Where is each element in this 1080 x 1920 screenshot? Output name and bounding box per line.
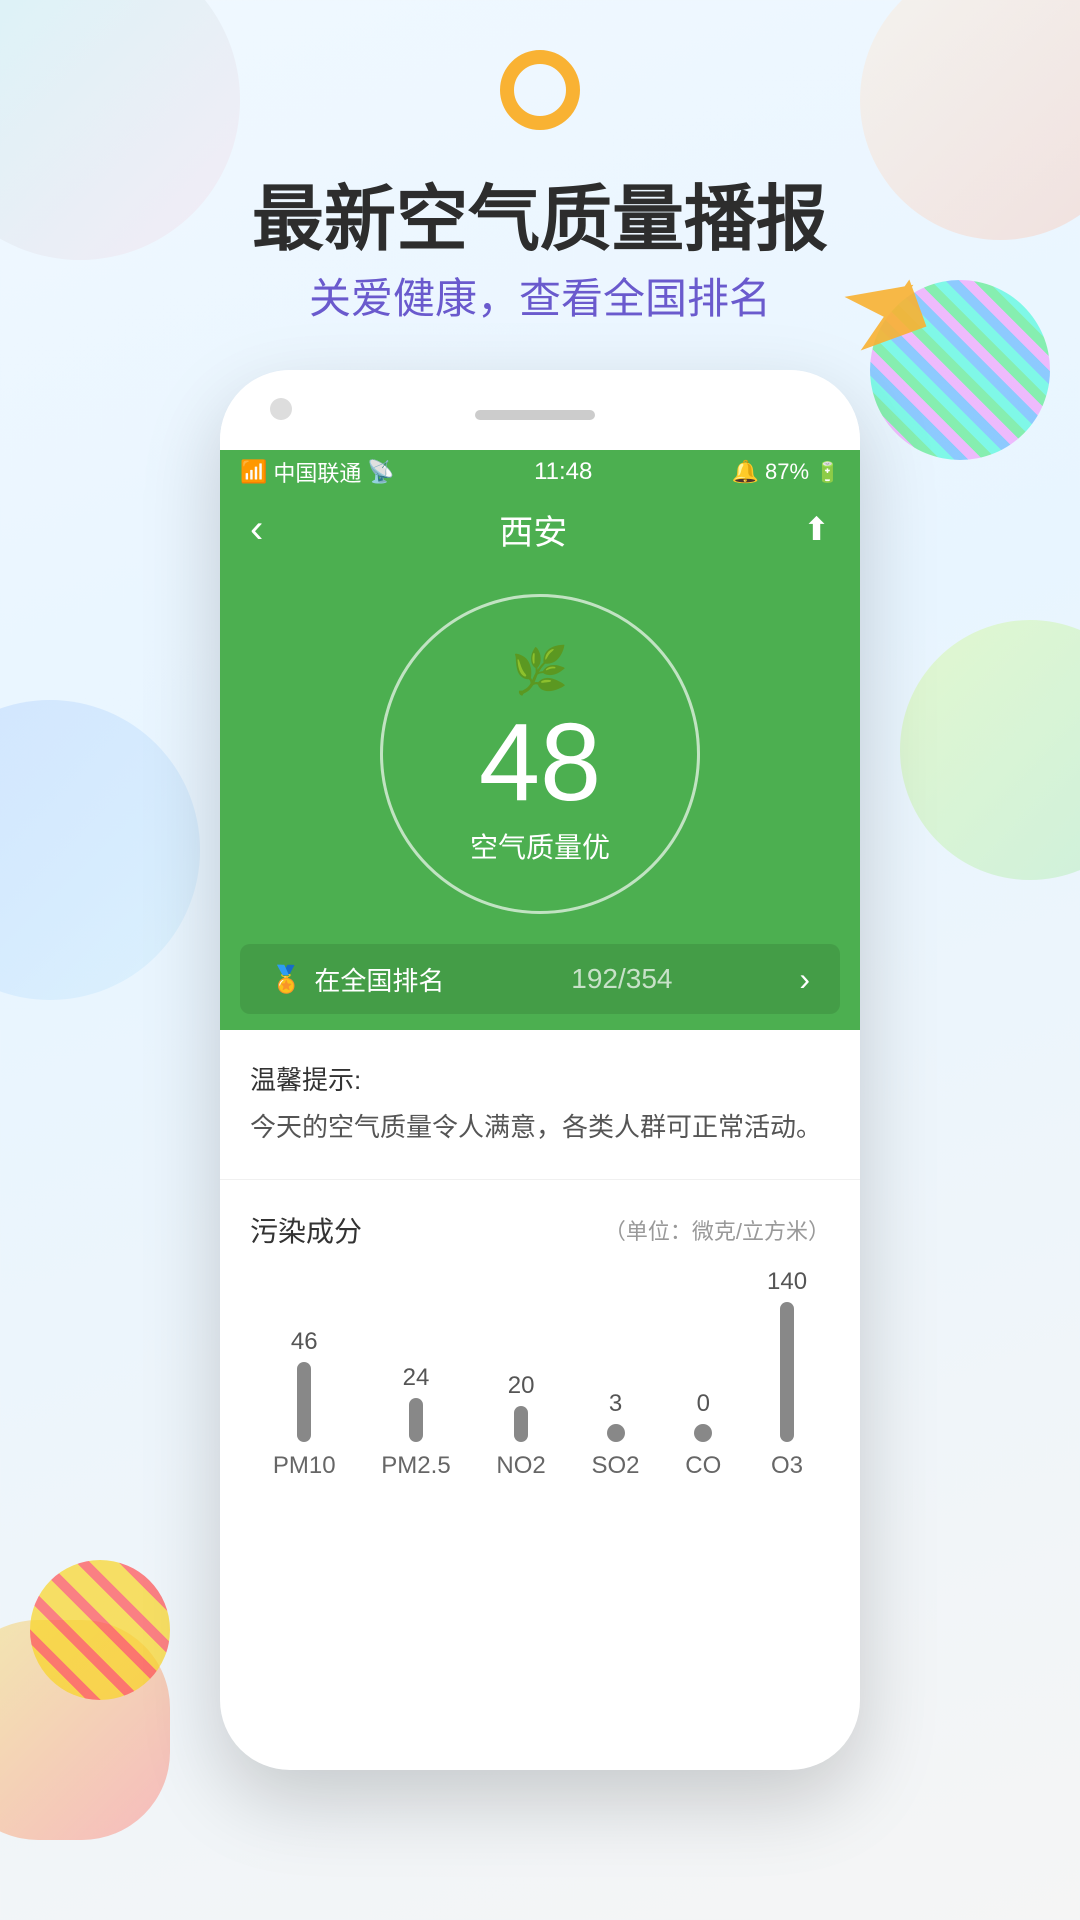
ranking-current: 192 [571, 963, 618, 994]
bar-dot [607, 1424, 625, 1442]
tip-text: 今天的空气质量令人满意，各类人群可正常活动。 [250, 1107, 830, 1149]
pollution-bar-item: 46 PM10 [273, 1328, 336, 1480]
signal-icon: 📶 [240, 459, 267, 485]
bar-label: CO [685, 1452, 721, 1480]
ranking-arrow-icon[interactable]: › [799, 961, 810, 998]
aqi-value: 48 [479, 708, 601, 818]
bar-label: PM10 [273, 1452, 336, 1480]
status-left: 📶 中国联通 📡 [240, 456, 395, 488]
bar-value: 140 [767, 1268, 807, 1296]
pollution-bar-item: 20 NO2 [496, 1372, 545, 1480]
pollution-header: 污染成分 （单位：微克/立方米） [250, 1210, 830, 1250]
ranking-prefix: 在全国排名 [314, 961, 444, 998]
aqi-circle: 🌿 48 空气质量优 [380, 594, 700, 914]
ranking-total: 354 [626, 963, 673, 994]
bar-rect [409, 1398, 423, 1442]
time-label: 11:48 [534, 458, 592, 486]
pollution-bar-item: 24 PM2.5 [381, 1364, 450, 1480]
top-ring-icon [500, 50, 580, 130]
bar-rect [780, 1302, 794, 1442]
pollution-bars: 46PM1024PM2.520NO23SO20CO140O3 [250, 1280, 830, 1480]
alarm-icon: 🔔 [732, 459, 759, 485]
stripes-decoration-bl [30, 1560, 170, 1700]
white-section: 温馨提示: 今天的空气质量令人满意，各类人群可正常活动。 污染成分 （单位：微克… [220, 1030, 860, 1500]
bar-value: 3 [609, 1390, 622, 1418]
bar-label: NO2 [496, 1452, 545, 1480]
pollution-bar-item: 3 SO2 [592, 1390, 640, 1480]
bg-blob-tl [0, 0, 240, 260]
leaf-icon: 🌿 [511, 643, 568, 698]
ranking-number: 192/354 [571, 963, 672, 995]
carrier-label: 中国联通 [273, 456, 361, 488]
phone-top-bar [220, 370, 860, 450]
ranking-bar[interactable]: 🏅 在全国排名 192/354 › [240, 944, 840, 1014]
pollution-unit: （单位：微克/立方米） [604, 1214, 830, 1246]
main-title: 最新空气质量播报 [252, 160, 828, 265]
battery-icon: 🔋 [815, 460, 840, 485]
bar-rect [297, 1362, 311, 1442]
bar-label: PM2.5 [381, 1452, 450, 1480]
nav-title: 西安 [499, 505, 567, 554]
bar-rect [514, 1406, 528, 1442]
bar-value: 20 [508, 1372, 535, 1400]
pollution-bar-item: 0 CO [685, 1390, 721, 1480]
bar-label: SO2 [592, 1452, 640, 1480]
share-button[interactable]: ⬆ [803, 510, 830, 548]
bar-value: 24 [403, 1364, 430, 1392]
status-right: 🔔 87% 🔋 [732, 459, 840, 485]
bar-label: O3 [771, 1452, 803, 1480]
wifi-icon: 📡 [367, 459, 394, 485]
status-bar: 📶 中国联通 📡 11:48 🔔 87% 🔋 [220, 450, 860, 494]
bar-value: 46 [291, 1328, 318, 1356]
aqi-label: 空气质量优 [470, 826, 610, 866]
bg-blob-ml [0, 700, 200, 1000]
aqi-section: 🌿 48 空气质量优 [220, 564, 860, 964]
phone-speaker [475, 410, 595, 420]
ranking-separator: / [618, 963, 626, 994]
pollution-bar-item: 140 O3 [767, 1268, 807, 1480]
back-button[interactable]: ‹ [250, 507, 263, 552]
bg-blob-tr [860, 0, 1080, 240]
ranking-bookmark-icon: 🏅 [270, 964, 302, 995]
tip-title: 温馨提示: [250, 1060, 830, 1097]
nav-bar: ‹ 西安 ⬆ [220, 494, 860, 564]
phone-mockup: 📶 中国联通 📡 11:48 🔔 87% 🔋 ‹ 西安 ⬆ 🌿 48 空气质量优… [220, 370, 860, 1770]
bar-value: 0 [697, 1390, 710, 1418]
sub-title: 关爱健康，查看全国排名 [309, 265, 771, 326]
ranking-left: 🏅 在全国排名 [270, 961, 444, 998]
pollution-section: 污染成分 （单位：微克/立方米） 46 PM10 24 PM2.5 20 NO2 3 SO2 0… [220, 1180, 860, 1500]
phone-camera [270, 398, 292, 420]
bg-blob-mr [900, 620, 1080, 880]
tip-section: 温馨提示: 今天的空气质量令人满意，各类人群可正常活动。 [220, 1030, 860, 1180]
battery-label: 87% [765, 459, 809, 485]
pollution-title: 污染成分 [250, 1210, 362, 1250]
bar-dot [694, 1424, 712, 1442]
